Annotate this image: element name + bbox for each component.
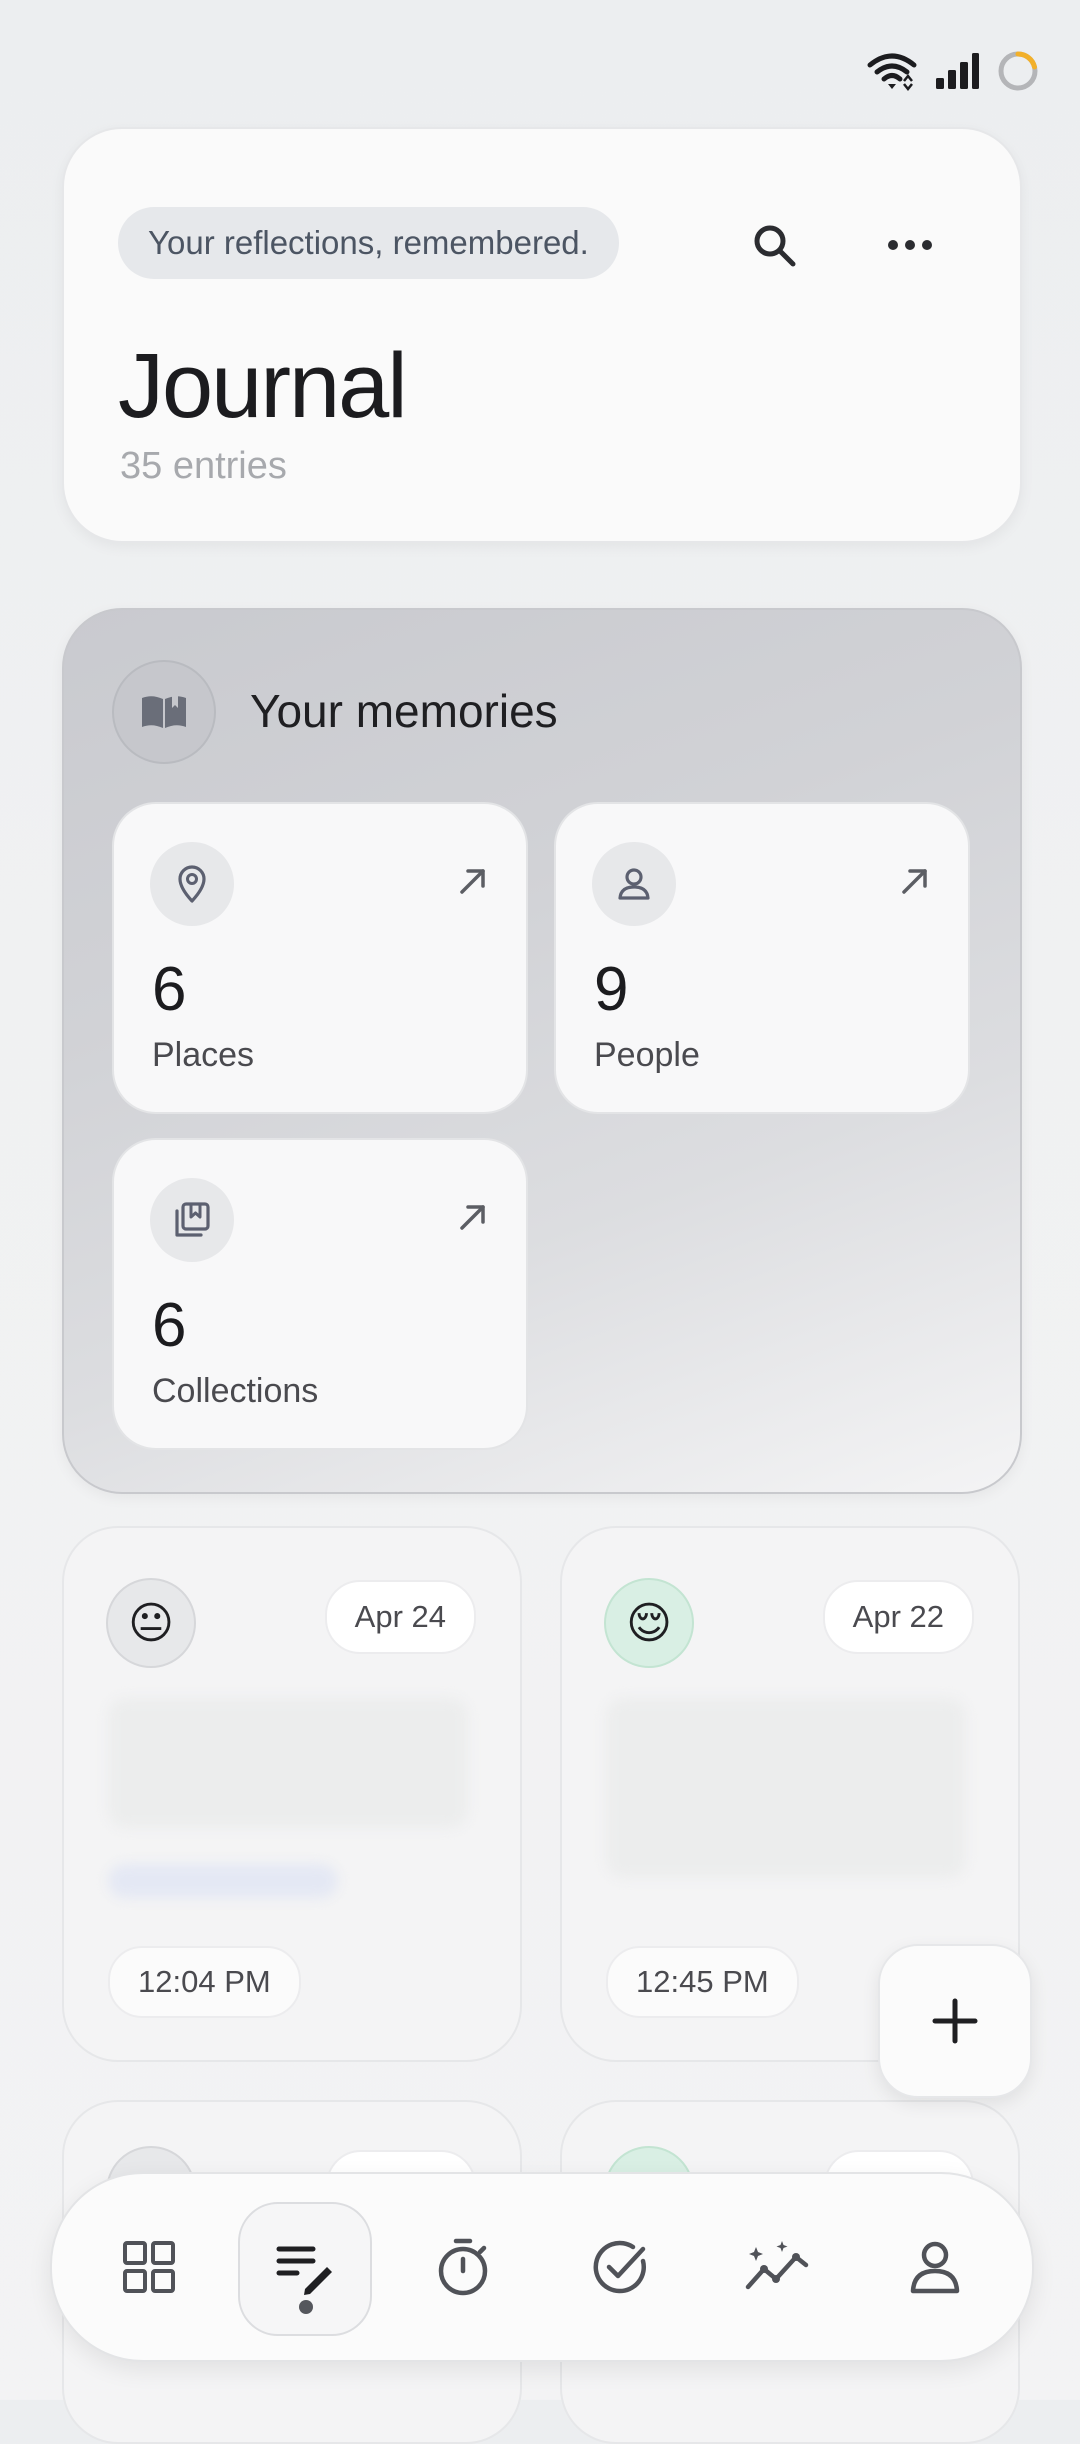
people-count: 9 bbox=[594, 955, 629, 1024]
status-bar bbox=[866, 46, 1040, 96]
active-indicator-dot bbox=[299, 2300, 313, 2314]
nav-tasks[interactable] bbox=[556, 2202, 686, 2332]
journal-header-card: Your reflections, remembered. Journal 35… bbox=[62, 127, 1022, 543]
nav-timer[interactable] bbox=[398, 2202, 528, 2332]
check-circle-icon bbox=[593, 2240, 646, 2294]
people-icon-badge bbox=[592, 842, 676, 926]
entry-date: Apr 22 bbox=[822, 1580, 974, 1654]
memories-icon-badge bbox=[112, 660, 216, 764]
insights-icon bbox=[745, 2241, 809, 2290]
signal-icon bbox=[936, 53, 979, 89]
search-button[interactable] bbox=[736, 207, 812, 283]
open-arrow-icon bbox=[902, 869, 927, 894]
entry-time: 12:45 PM bbox=[606, 1946, 799, 2018]
battery-ring-icon bbox=[998, 51, 1038, 91]
journal-edit-icon bbox=[276, 2246, 332, 2295]
entry-preview-blurred bbox=[606, 1698, 966, 1878]
open-arrow-icon bbox=[460, 1205, 485, 1230]
collections-label: Collections bbox=[152, 1372, 319, 1410]
memories-tile-collections[interactable]: 6 Collections bbox=[112, 1138, 528, 1450]
memories-panel: Your memories 6 Places 9 People 6 Collec… bbox=[62, 608, 1022, 1494]
bookmark-stack-icon bbox=[175, 1202, 210, 1237]
add-entry-button[interactable] bbox=[878, 1944, 1032, 2098]
people-label: People bbox=[594, 1036, 700, 1074]
page-title: Journal bbox=[118, 335, 408, 437]
more-options-button[interactable] bbox=[872, 207, 948, 283]
entry-preview-blurred bbox=[108, 1698, 468, 1828]
search-icon bbox=[754, 225, 796, 267]
places-label: Places bbox=[152, 1036, 255, 1074]
places-count: 6 bbox=[152, 955, 187, 1024]
nav-journal[interactable] bbox=[238, 2202, 372, 2336]
entry-date: Apr 24 bbox=[324, 1580, 476, 1654]
entries-count: 35 entries bbox=[120, 445, 287, 487]
open-arrow-icon bbox=[460, 869, 485, 894]
timer-icon bbox=[438, 2238, 488, 2296]
collections-count: 6 bbox=[152, 1291, 187, 1360]
mood-emoji: 😌 bbox=[604, 1578, 694, 1668]
memories-tile-places[interactable]: 6 Places bbox=[112, 802, 528, 1114]
more-icon bbox=[888, 240, 932, 250]
tagline-chip: Your reflections, remembered. bbox=[118, 207, 619, 279]
memories-tile-people[interactable]: 9 People bbox=[554, 802, 970, 1114]
nav-insights[interactable] bbox=[712, 2202, 842, 2332]
nav-dashboard[interactable] bbox=[84, 2202, 214, 2332]
person-icon bbox=[618, 868, 650, 900]
entry-tag-blurred bbox=[108, 1864, 338, 1898]
entry-time: 12:04 PM bbox=[108, 1946, 301, 2018]
collections-icon-badge bbox=[150, 1178, 234, 1262]
wifi-icon bbox=[867, 53, 917, 91]
profile-icon bbox=[910, 2241, 960, 2294]
bottom-navigation bbox=[50, 2172, 1034, 2362]
places-icon-badge bbox=[150, 842, 234, 926]
memories-title: Your memories bbox=[250, 685, 558, 737]
mood-emoji: 😐 bbox=[106, 1578, 196, 1668]
nav-profile[interactable] bbox=[870, 2202, 1000, 2332]
plus-icon bbox=[932, 1998, 978, 2044]
map-pin-icon bbox=[178, 865, 206, 903]
journal-entry-card[interactable]: 😐 Apr 24 12:04 PM bbox=[62, 1526, 522, 2062]
grid-icon bbox=[123, 2241, 175, 2293]
book-open-icon bbox=[142, 695, 186, 728]
